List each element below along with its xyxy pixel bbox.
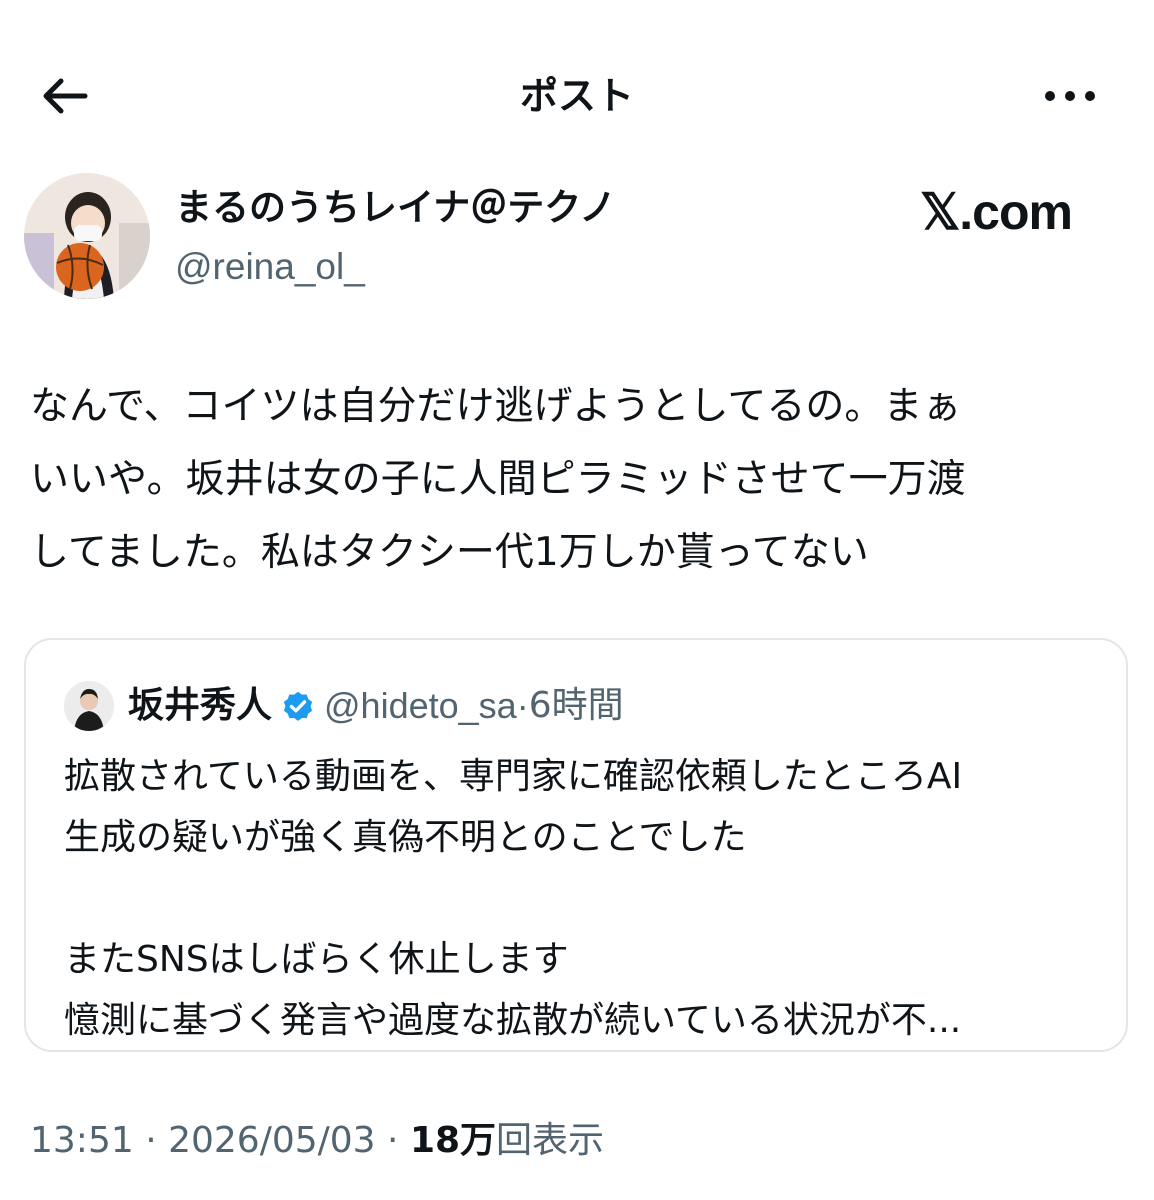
- meta-separator: ·: [375, 1120, 410, 1161]
- quoted-author-handle: @hideto_sa: [324, 685, 517, 726]
- more-options-button[interactable]: [1036, 72, 1104, 120]
- quoted-text-line: 生成の疑いが強く真偽不明とのことでした: [64, 817, 747, 858]
- meta-separator: ·: [133, 1120, 169, 1161]
- verified-badge-icon: [283, 691, 313, 721]
- quoted-author-name: 坂井秀人: [128, 685, 273, 726]
- views-count[interactable]: 18万: [410, 1120, 496, 1161]
- top-bar: ポスト: [0, 0, 1154, 190]
- post-time: 13:51: [30, 1120, 134, 1161]
- quoted-text-line: 憶測に基づく発言や過度な拡散が続いている状況が不...: [64, 1000, 962, 1041]
- views-label: 回表示: [496, 1120, 605, 1161]
- quoted-post-time: 6時間: [528, 685, 624, 726]
- x-com-watermark: 𝕏.com: [920, 184, 1073, 240]
- author-avatar[interactable]: [24, 173, 150, 299]
- quoted-text-line: 拡散されている動画を、専門家に確認依頼したところAI: [64, 756, 963, 797]
- quoted-text-line: [64, 868, 1104, 929]
- avatar-image: [64, 681, 114, 731]
- post-text-line: いいや。坂井は女の子に人間ピラミッドさせて一万渡: [30, 457, 966, 502]
- quoted-post-card[interactable]: 坂井秀人 @hideto_sa · 6時間 拡散されている動画を、専門家に確認依…: [24, 638, 1128, 1052]
- quoted-author-avatar: [64, 681, 114, 731]
- quoted-post-text: 拡散されている動画を、専門家に確認依頼したところAI 生成の疑いが強く真偽不明と…: [64, 746, 1104, 1051]
- avatar-image: [24, 173, 150, 299]
- more-horizontal-icon: [1045, 91, 1055, 101]
- page-title: ポスト: [519, 74, 634, 118]
- author-name[interactable]: まるのうちレイナ＠テクノ: [175, 182, 616, 234]
- quoted-post-header: 坂井秀人 @hideto_sa · 6時間: [128, 678, 624, 734]
- post-date: 2026/05/03: [168, 1120, 376, 1161]
- post-text: なんで、コイツは自分だけ逃げようとしてるの。まぁ いいや。坂井は女の子に人間ピラ…: [30, 370, 1125, 589]
- post-text-line: なんで、コイツは自分だけ逃げようとしてるの。まぁ: [30, 384, 962, 429]
- quoted-text-line: またSNSはしばらく休止します: [64, 939, 569, 980]
- post-text-line: してました。私はタクシー代1万しか貰ってない: [30, 530, 869, 575]
- header-separator: ·: [516, 685, 529, 726]
- author-handle[interactable]: @reina_ol_: [175, 241, 365, 293]
- post-meta: 13:51 · 2026/05/03 · 18万回表示: [30, 1113, 604, 1169]
